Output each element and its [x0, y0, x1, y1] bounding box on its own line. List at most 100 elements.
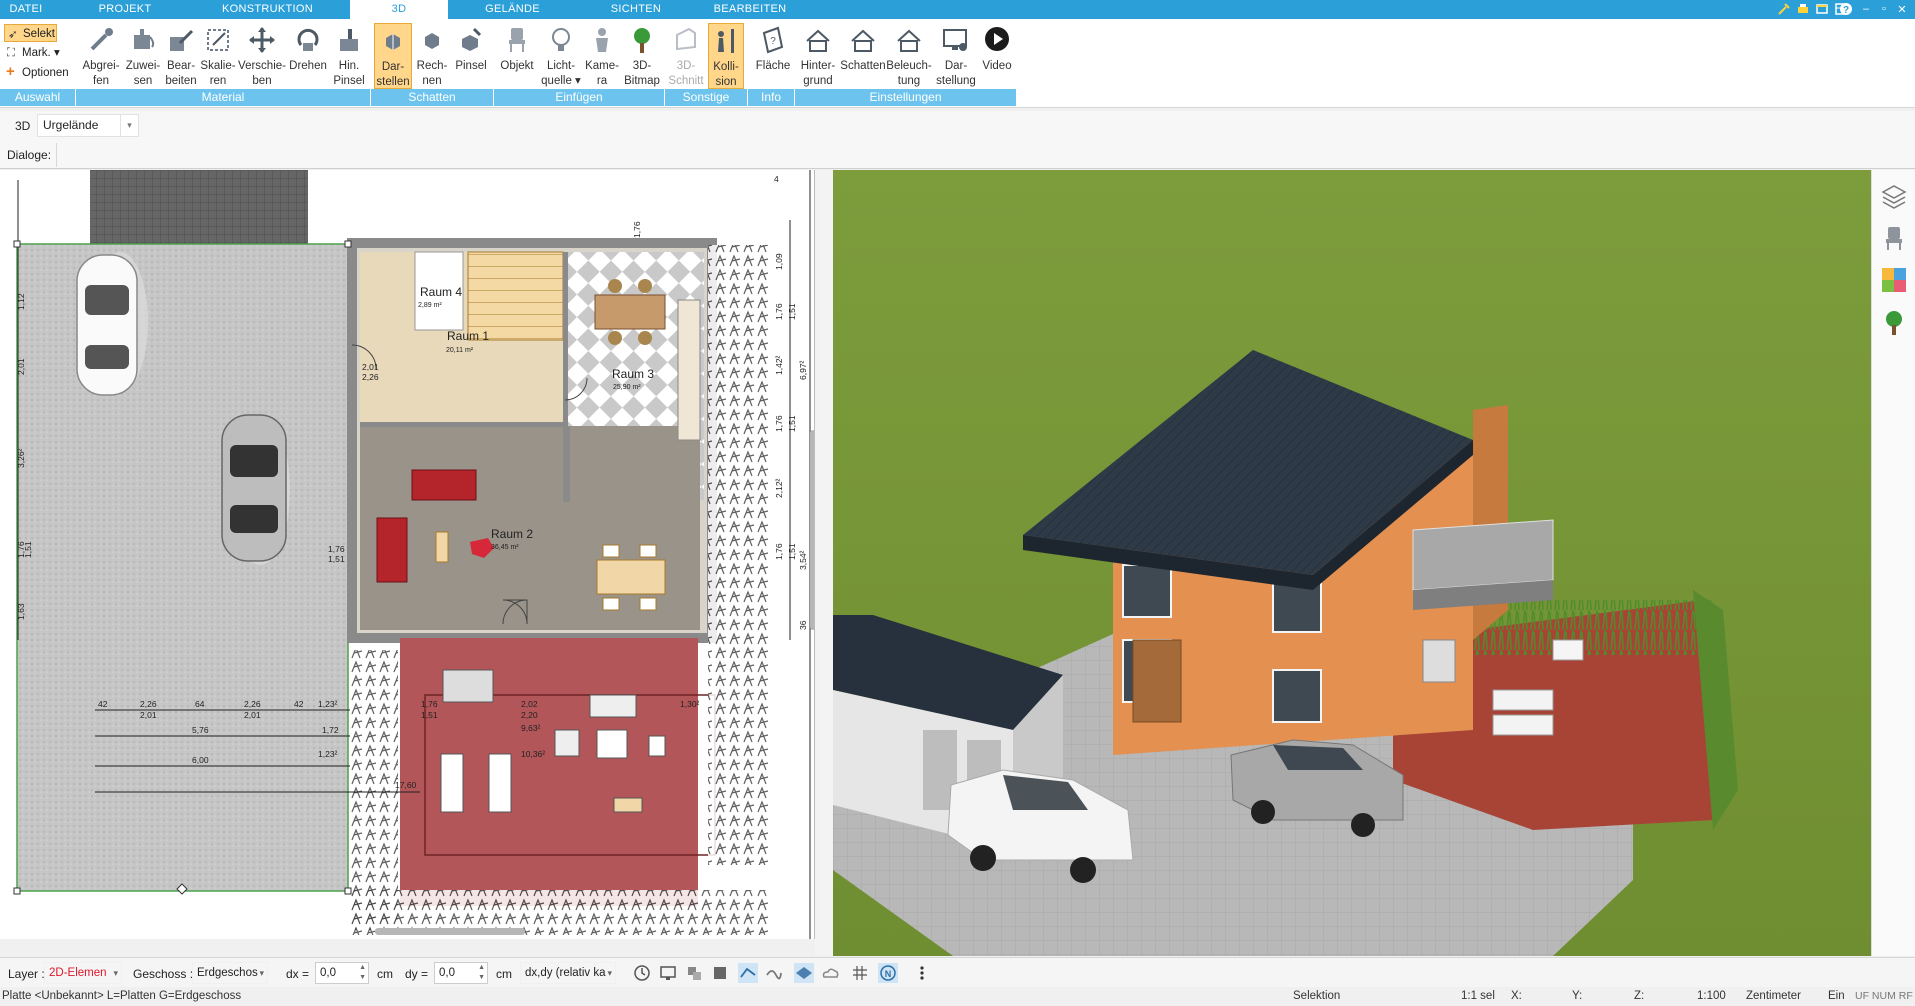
compute-shadow-button[interactable]: Rech-nen: [413, 23, 451, 89]
staircase[interactable]: [467, 251, 564, 341]
options-button[interactable]: + Optionen: [4, 63, 69, 82]
dy-input[interactable]: 0,0 ▲ ▼: [434, 962, 488, 984]
shadow-brush-button[interactable]: Pinsel: [452, 23, 490, 89]
snap-line-icon[interactable]: [738, 963, 758, 983]
scale-material-button[interactable]: Skalie-ren: [198, 23, 238, 89]
layer-select[interactable]: 2D-Elemen ▾: [44, 962, 122, 984]
shadow-brush-icon: [462, 27, 482, 51]
tab-konstruktion[interactable]: KONSTRUKTION: [205, 0, 330, 19]
sofa-left[interactable]: [376, 517, 408, 583]
car-white[interactable]: [76, 252, 148, 396]
spinner-icon[interactable]: ▲ ▼: [478, 963, 485, 983]
tab-sichten[interactable]: SICHTEN: [595, 0, 677, 19]
mark-button[interactable]: ⛶ Mark. ▾: [4, 44, 60, 62]
plants-catalog-icon[interactable]: [1880, 308, 1908, 336]
driveway[interactable]: [16, 243, 349, 892]
background-brush-button[interactable]: Hin. Pinsel: [330, 23, 368, 89]
floor-select[interactable]: Erdgeschos ▾: [192, 962, 268, 984]
surface-icon[interactable]: [794, 963, 814, 983]
pattern-icon[interactable]: [764, 963, 784, 983]
3d-section-button[interactable]: 3D- Schnitt: [668, 23, 704, 89]
car-grey[interactable]: [221, 414, 290, 565]
print-icon[interactable]: [1795, 1, 1811, 17]
window-arrange-icon[interactable]: [1814, 1, 1830, 17]
dim-label: 1,23²: [318, 749, 338, 759]
move-material-button[interactable]: Verschie-ben: [236, 23, 288, 89]
3d-table[interactable]: [1552, 639, 1584, 661]
tab-bearbeiten[interactable]: BEARBEITEN: [705, 0, 795, 19]
monitor-icon[interactable]: [658, 963, 678, 983]
insert-3d-bitmap-button[interactable]: 3D- Bitmap: [622, 23, 662, 89]
edit-material-button[interactable]: Bear-beiten: [160, 23, 202, 89]
compute-cube-icon: [425, 33, 439, 49]
kitchen-counter[interactable]: [677, 299, 701, 441]
insert-object-button[interactable]: Objekt: [496, 23, 538, 89]
dim-label: 1,76: [774, 543, 784, 560]
bench[interactable]: [442, 669, 494, 703]
lighting-settings-button[interactable]: Beleuch-tung: [886, 23, 932, 89]
clock-icon[interactable]: [632, 963, 652, 983]
3d-furniture[interactable]: [1422, 639, 1456, 683]
lounger-1[interactable]: [440, 753, 464, 813]
terrace-table[interactable]: [589, 694, 637, 718]
tab-projekt[interactable]: PROJEKT: [85, 0, 165, 19]
tools-icon[interactable]: [1776, 1, 1792, 17]
pick-material-button[interactable]: Abgrei-fen: [78, 23, 124, 89]
3d-view[interactable]: [833, 170, 1871, 956]
collision-button[interactable]: Kolli-sion: [708, 23, 744, 89]
insert-camera-button[interactable]: Kame-ra: [583, 23, 621, 89]
3d-lounger-2[interactable]: [1492, 714, 1554, 736]
shadow-settings-button[interactable]: Schatten: [840, 23, 886, 89]
sofa-top[interactable]: [411, 469, 477, 501]
tab-datei[interactable]: DATEI: [0, 0, 52, 19]
cloud-icon[interactable]: [820, 963, 840, 983]
close-icon[interactable]: ✕: [1894, 1, 1910, 17]
furniture-catalog-icon[interactable]: [1880, 224, 1908, 252]
tab-3d[interactable]: 3D: [350, 0, 448, 21]
terrace-chair-2[interactable]: [648, 735, 666, 757]
layers-icon[interactable]: [1880, 182, 1908, 210]
background-settings-button[interactable]: Hinter-grund: [798, 23, 838, 89]
front-door[interactable]: [1132, 639, 1182, 723]
materials-catalog-icon[interactable]: [1880, 266, 1908, 294]
grid-icon[interactable]: [850, 963, 870, 983]
grid-snap-icon[interactable]: [710, 963, 730, 983]
minimize-icon[interactable]: –: [1858, 1, 1874, 17]
3d-lounger[interactable]: [1492, 689, 1554, 711]
more-options-icon[interactable]: [912, 963, 932, 983]
video-button[interactable]: Video: [978, 23, 1016, 89]
tab-gelaende[interactable]: GELÄNDE: [470, 0, 555, 19]
objects-icon[interactable]: [684, 963, 704, 983]
side-table[interactable]: [435, 531, 449, 563]
dim-label: 1,51: [787, 415, 797, 432]
rotate-material-button[interactable]: Drehen: [286, 23, 330, 89]
spinner-icon[interactable]: ▲ ▼: [359, 963, 366, 983]
plan-scrollbar-horizontal[interactable]: [375, 928, 525, 935]
display-settings-button[interactable]: Dar-stellung: [934, 23, 978, 89]
restore-icon[interactable]: ▫: [1876, 1, 1892, 17]
paint-bucket-icon: [134, 29, 155, 49]
assign-material-button[interactable]: Zuwei-sen: [122, 23, 164, 89]
show-shadow-button[interactable]: Dar-stellen: [374, 23, 412, 89]
dim-label: 1,12: [16, 293, 26, 310]
terrace-chair[interactable]: [554, 729, 580, 757]
status-unit: Zentimeter: [1746, 990, 1801, 1002]
insert-light-button[interactable]: Licht-quelle ▾: [540, 23, 582, 89]
view-splitter[interactable]: [815, 170, 833, 956]
floor-plan-view[interactable]: Raum 4 2,89 m² Raum 1 20,11 m² Raum 3 25…: [0, 170, 815, 939]
hedge-left[interactable]: [350, 650, 398, 930]
hedge-right[interactable]: [708, 245, 768, 865]
terrain-select[interactable]: Urgelände ▾: [37, 114, 139, 137]
balcony-rail[interactable]: [1412, 519, 1554, 591]
select-button[interactable]: ➶ Selekt: [4, 24, 57, 42]
area-info-button[interactable]: ? Fläche: [752, 23, 794, 89]
north-icon[interactable]: N: [878, 963, 898, 983]
dx-input[interactable]: 0,0 ▲ ▼: [315, 962, 369, 984]
help-icon-glyph[interactable]: ?: [1838, 1, 1854, 17]
dim-label: 6,97²: [798, 360, 808, 380]
terrace-table-2[interactable]: [596, 729, 628, 759]
lounger-2[interactable]: [488, 753, 512, 813]
coordinate-mode-select[interactable]: dx,dy (relativ ka ▾: [520, 962, 616, 984]
footstool[interactable]: [613, 797, 643, 813]
status-bar: Platte <Unbekannt> L=Platten G=Erdgescho…: [0, 987, 1915, 1006]
